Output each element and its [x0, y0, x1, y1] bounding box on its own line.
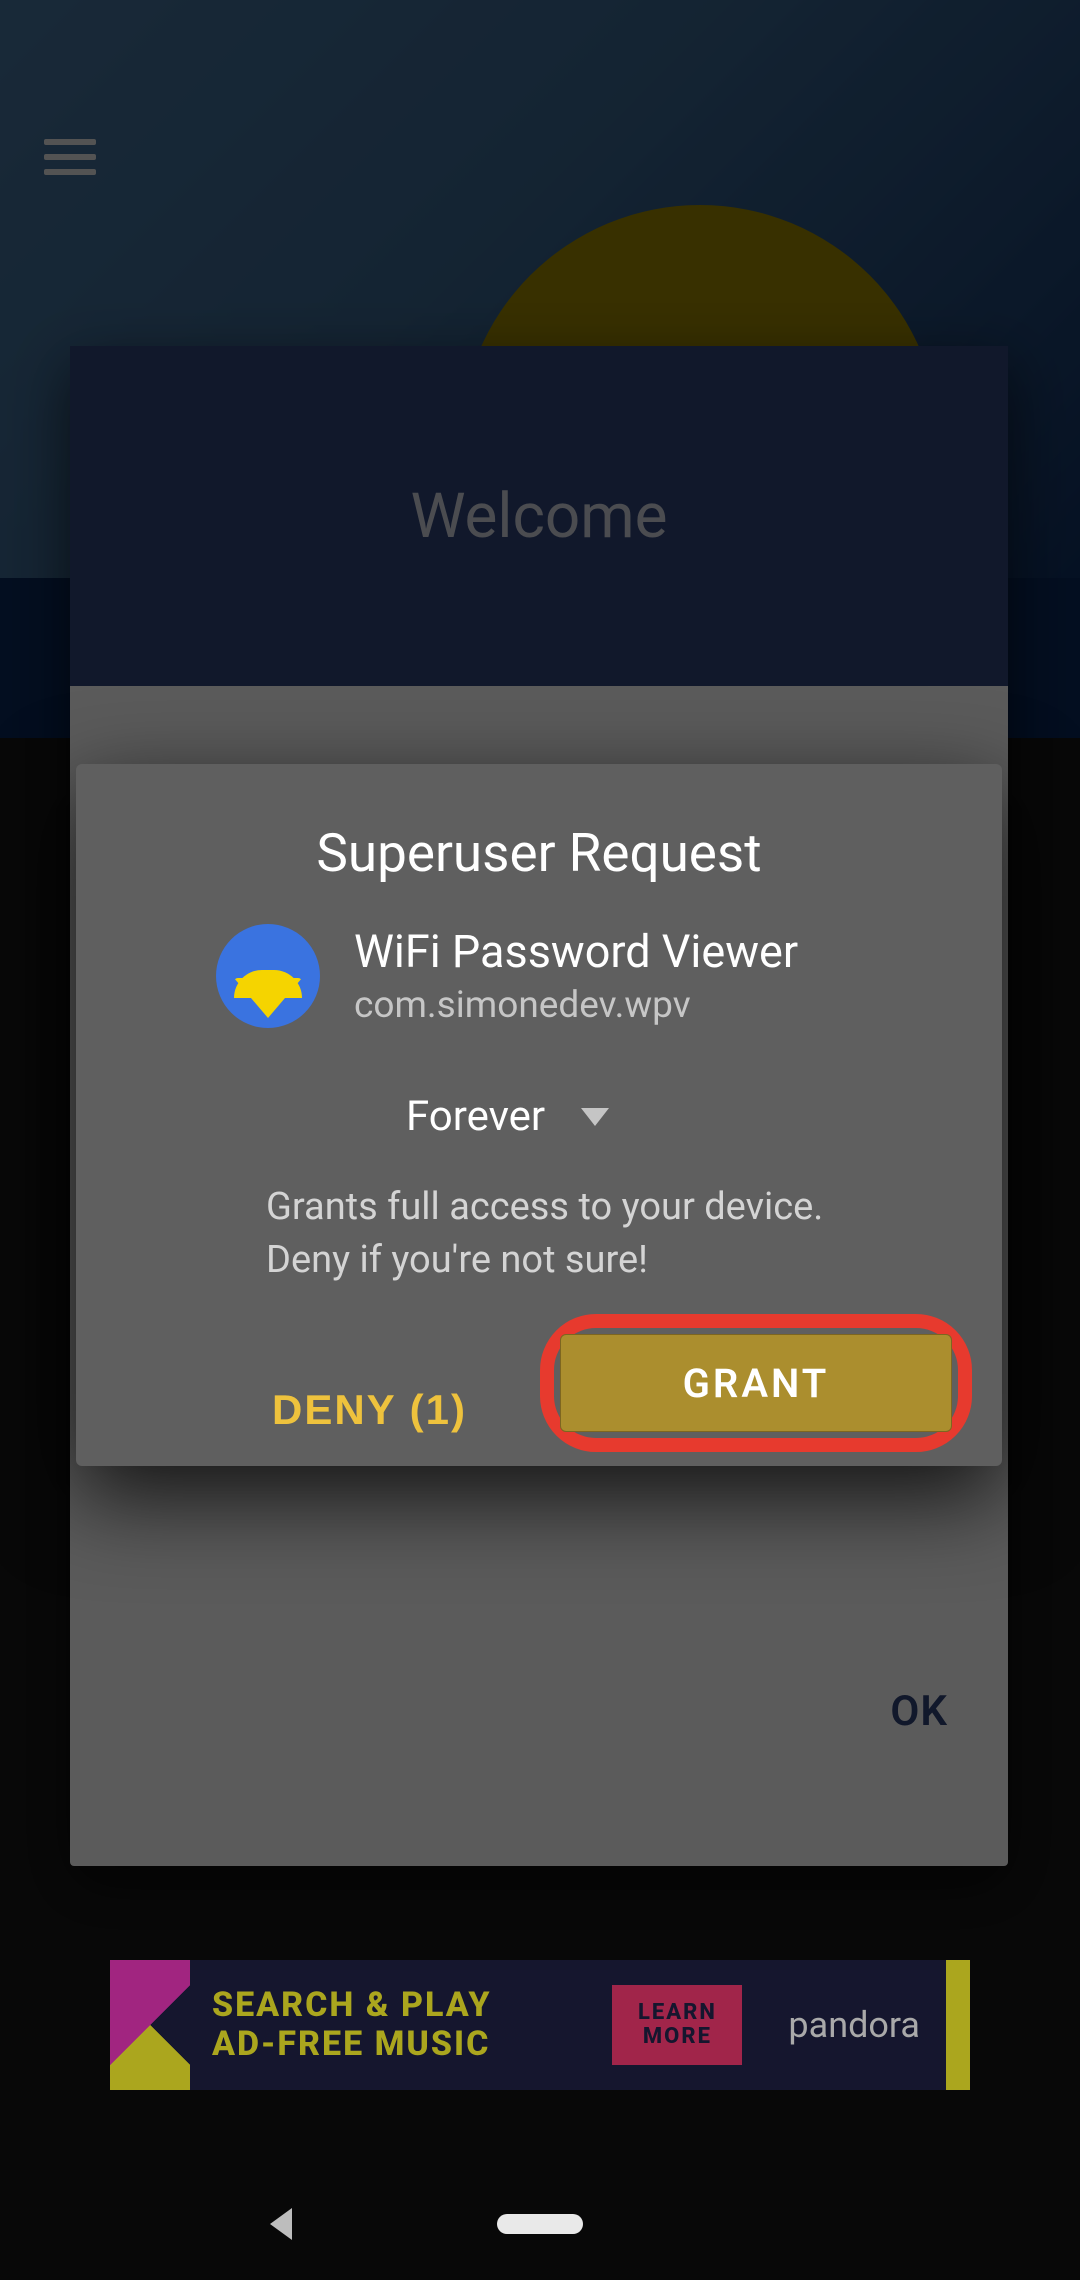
- grant-highlight-annotation: GRANT: [540, 1314, 972, 1452]
- warning-line-2: Deny if you're not sure!: [266, 1234, 1002, 1287]
- ad-cta-button[interactable]: LEARN MORE: [612, 1985, 742, 2065]
- app-name: WiFi Password Viewer: [354, 925, 798, 978]
- deny-button[interactable]: DENY (1): [272, 1386, 467, 1434]
- system-nav-bar: [0, 2168, 1080, 2280]
- superuser-title: Superuser Request: [76, 764, 1002, 924]
- grant-button[interactable]: GRANT: [560, 1334, 952, 1432]
- ad-line-1: SEARCH & PLAY: [212, 1986, 612, 2025]
- superuser-dialog: Superuser Request WiFi Password Viewer c…: [76, 764, 1002, 1466]
- ad-line-2: AD-FREE MUSIC: [212, 2025, 612, 2064]
- screen-root: Welcome This application is only used to…: [0, 0, 1080, 2280]
- superuser-warning: Grants full access to your device. Deny …: [76, 1181, 1002, 1287]
- duration-value: Forever: [406, 1092, 545, 1141]
- superuser-app-row: WiFi Password Viewer com.simonedev.wpv: [76, 924, 1002, 1028]
- back-icon[interactable]: [270, 2208, 292, 2240]
- app-icon: [216, 924, 320, 1028]
- chevron-down-icon: [581, 1108, 609, 1126]
- duration-dropdown[interactable]: Forever: [76, 1092, 1002, 1141]
- warning-line-1: Grants full access to your device.: [266, 1181, 1002, 1234]
- ad-decoration-right: [946, 1960, 970, 2090]
- ad-banner[interactable]: SEARCH & PLAY AD-FREE MUSIC LEARN MORE p…: [110, 1960, 970, 2090]
- home-pill[interactable]: [497, 2214, 583, 2234]
- ad-text: SEARCH & PLAY AD-FREE MUSIC: [190, 1986, 612, 2064]
- ad-decoration-left: [110, 1960, 190, 2090]
- ad-brand-logo: pandora: [788, 2004, 920, 2046]
- app-package: com.simonedev.wpv: [354, 984, 798, 1027]
- wifi-fan-icon: [234, 978, 302, 1018]
